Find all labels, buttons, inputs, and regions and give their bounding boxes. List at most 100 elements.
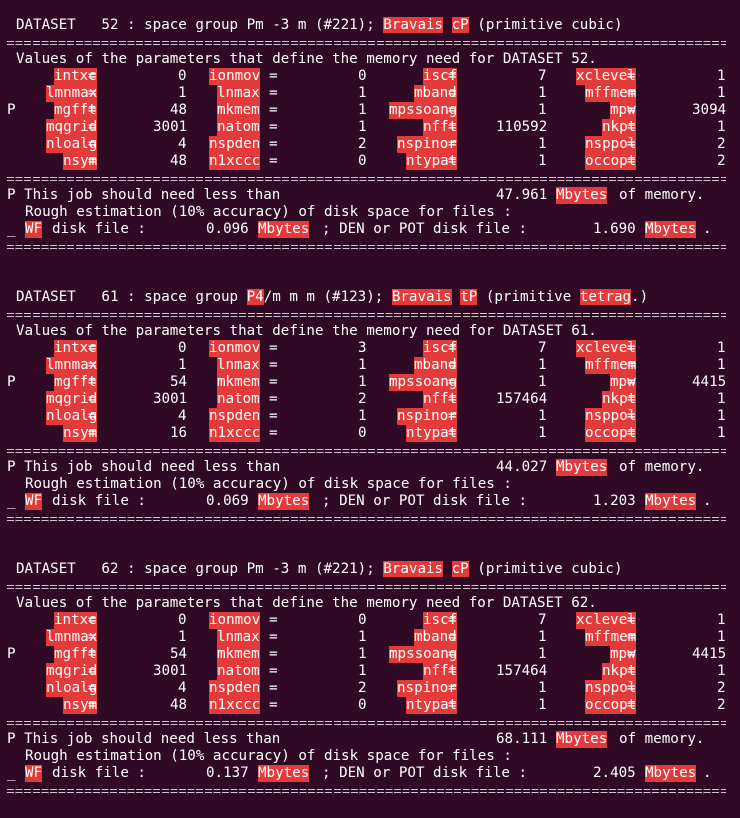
param-value: 2	[717, 680, 726, 696]
header-segment: DATASET 61 : space group	[16, 289, 247, 305]
param-name: ionmov	[209, 612, 261, 629]
param-name: mkmem	[217, 646, 260, 663]
param-name: ionmov	[209, 340, 261, 357]
param-name: natom	[217, 391, 260, 408]
param-equals: =	[88, 663, 97, 679]
param-equals: =	[627, 136, 636, 152]
separator-line	[0, 238, 740, 255]
param-equals: =	[269, 391, 278, 407]
highlighted-term: P4	[246, 289, 264, 305]
param-equals: =	[269, 646, 278, 662]
param-equals: =	[88, 340, 97, 356]
param-value: 1	[358, 408, 367, 424]
memory-line: P This job should need less than 47.961 Mb…	[0, 187, 740, 204]
param-equals: =	[448, 391, 457, 407]
param-equals: =	[448, 425, 457, 441]
highlighted-term: tetrag	[579, 289, 632, 305]
dataset-header-text: DATASET 62 : space group Pm -3 m (#221);…	[16, 561, 622, 577]
param-equals: =	[627, 646, 636, 662]
param-equals: =	[88, 391, 97, 407]
param-equals: =	[269, 629, 278, 645]
disk-file-label: disk file :	[52, 221, 146, 237]
param-value: 1	[538, 697, 547, 713]
param-value: 1	[358, 102, 367, 118]
param-equals: =	[88, 119, 97, 135]
param-equals: =	[88, 697, 97, 713]
param-value: 0	[358, 425, 367, 441]
wf-unit: Mbytes	[258, 493, 310, 510]
wf-size: 0.096	[206, 221, 249, 237]
param-value: 1	[538, 136, 547, 152]
param-equals: =	[627, 85, 636, 101]
param-value: 7	[538, 340, 547, 356]
parameter-row: mqgrid = 3001 natom = 1 nfft = 110592 nkpt = 1	[0, 119, 740, 136]
param-value: 1	[358, 357, 367, 373]
param-value: 1	[717, 408, 726, 424]
param-equals: =	[88, 153, 97, 169]
memory-value: 47.961	[496, 187, 548, 203]
dataset-header: DATASET 61 : space group P4/m m m (#123)…	[0, 289, 740, 306]
param-equals: =	[627, 119, 636, 135]
param-equals: =	[269, 408, 278, 424]
den-pot-size: 1.690	[593, 221, 636, 237]
param-equals: =	[269, 68, 278, 84]
dataset-header-text: DATASET 61 : space group P4/m m m (#123)…	[16, 289, 648, 305]
dataset-header: DATASET 62 : space group Pm -3 m (#221);…	[0, 561, 740, 578]
param-value: 4415	[692, 646, 727, 662]
separator-line	[0, 714, 740, 731]
parameter-row: Pmgfft = 54 mkmem = 1 mpssoang = 1 mpw = 4415	[0, 374, 740, 391]
param-equals: =	[269, 102, 278, 118]
param-value: 110592	[496, 119, 548, 135]
param-equals: =	[448, 680, 457, 696]
parameter-row: nsym = 48 n1xccc = 0 ntypat = 1 occopt = 2	[0, 697, 740, 714]
highlighted-term: tP	[460, 289, 478, 305]
separator-line	[0, 782, 740, 799]
terminal-output[interactable]: DATASET 52 : space group Pm -3 m (#221);…	[0, 0, 740, 818]
param-value: 0	[358, 612, 367, 628]
param-equals: =	[448, 119, 457, 135]
param-equals: =	[448, 340, 457, 356]
den-pot-label: ; DEN or POT disk file :	[322, 493, 527, 509]
param-value: 1	[538, 357, 547, 373]
param-value: 1	[717, 340, 726, 356]
param-value: 54	[170, 374, 188, 390]
param-value: 1	[538, 102, 547, 118]
parameter-row: nloalg = 4 nspden = 2 nspinor = 1 nsppol = 2	[0, 136, 740, 153]
param-value: 0	[358, 153, 367, 169]
param-value: 7	[538, 68, 547, 84]
param-name: mkmem	[217, 374, 260, 391]
parameter-row: intxc = 0 ionmov = 0 iscf = 7 xclevel = 1	[0, 68, 740, 85]
param-equals: =	[448, 85, 457, 101]
param-equals: =	[269, 697, 278, 713]
param-equals: =	[627, 612, 636, 628]
param-value: 1	[538, 374, 547, 390]
param-value: 3001	[153, 391, 188, 407]
param-name: natom	[217, 663, 260, 680]
param-value: 0	[178, 68, 187, 84]
param-value: 54	[170, 646, 188, 662]
param-equals: =	[88, 357, 97, 373]
param-equals: =	[627, 697, 636, 713]
param-value: 4415	[692, 374, 727, 390]
param-value: 1	[358, 646, 367, 662]
row-marker: P	[7, 102, 16, 118]
param-value: 1	[538, 408, 547, 424]
param-value: 1	[717, 425, 726, 441]
param-equals: =	[627, 340, 636, 356]
wf-label: WF	[25, 221, 43, 238]
parameter-row: lmnmax = 1 lnmax = 1 mband = 1 mffmem = 1	[0, 357, 740, 374]
param-equals: =	[448, 153, 457, 169]
param-name: natom	[217, 119, 260, 136]
param-value: 1	[538, 85, 547, 101]
den-pot-label: ; DEN or POT disk file :	[322, 765, 527, 781]
param-equals: =	[88, 680, 97, 696]
param-value: 1	[178, 85, 187, 101]
separator-line	[0, 34, 740, 51]
param-value: 0	[178, 612, 187, 628]
param-name: n1xccc	[209, 425, 261, 442]
param-value: 3	[358, 340, 367, 356]
param-value: 3094	[692, 102, 727, 118]
